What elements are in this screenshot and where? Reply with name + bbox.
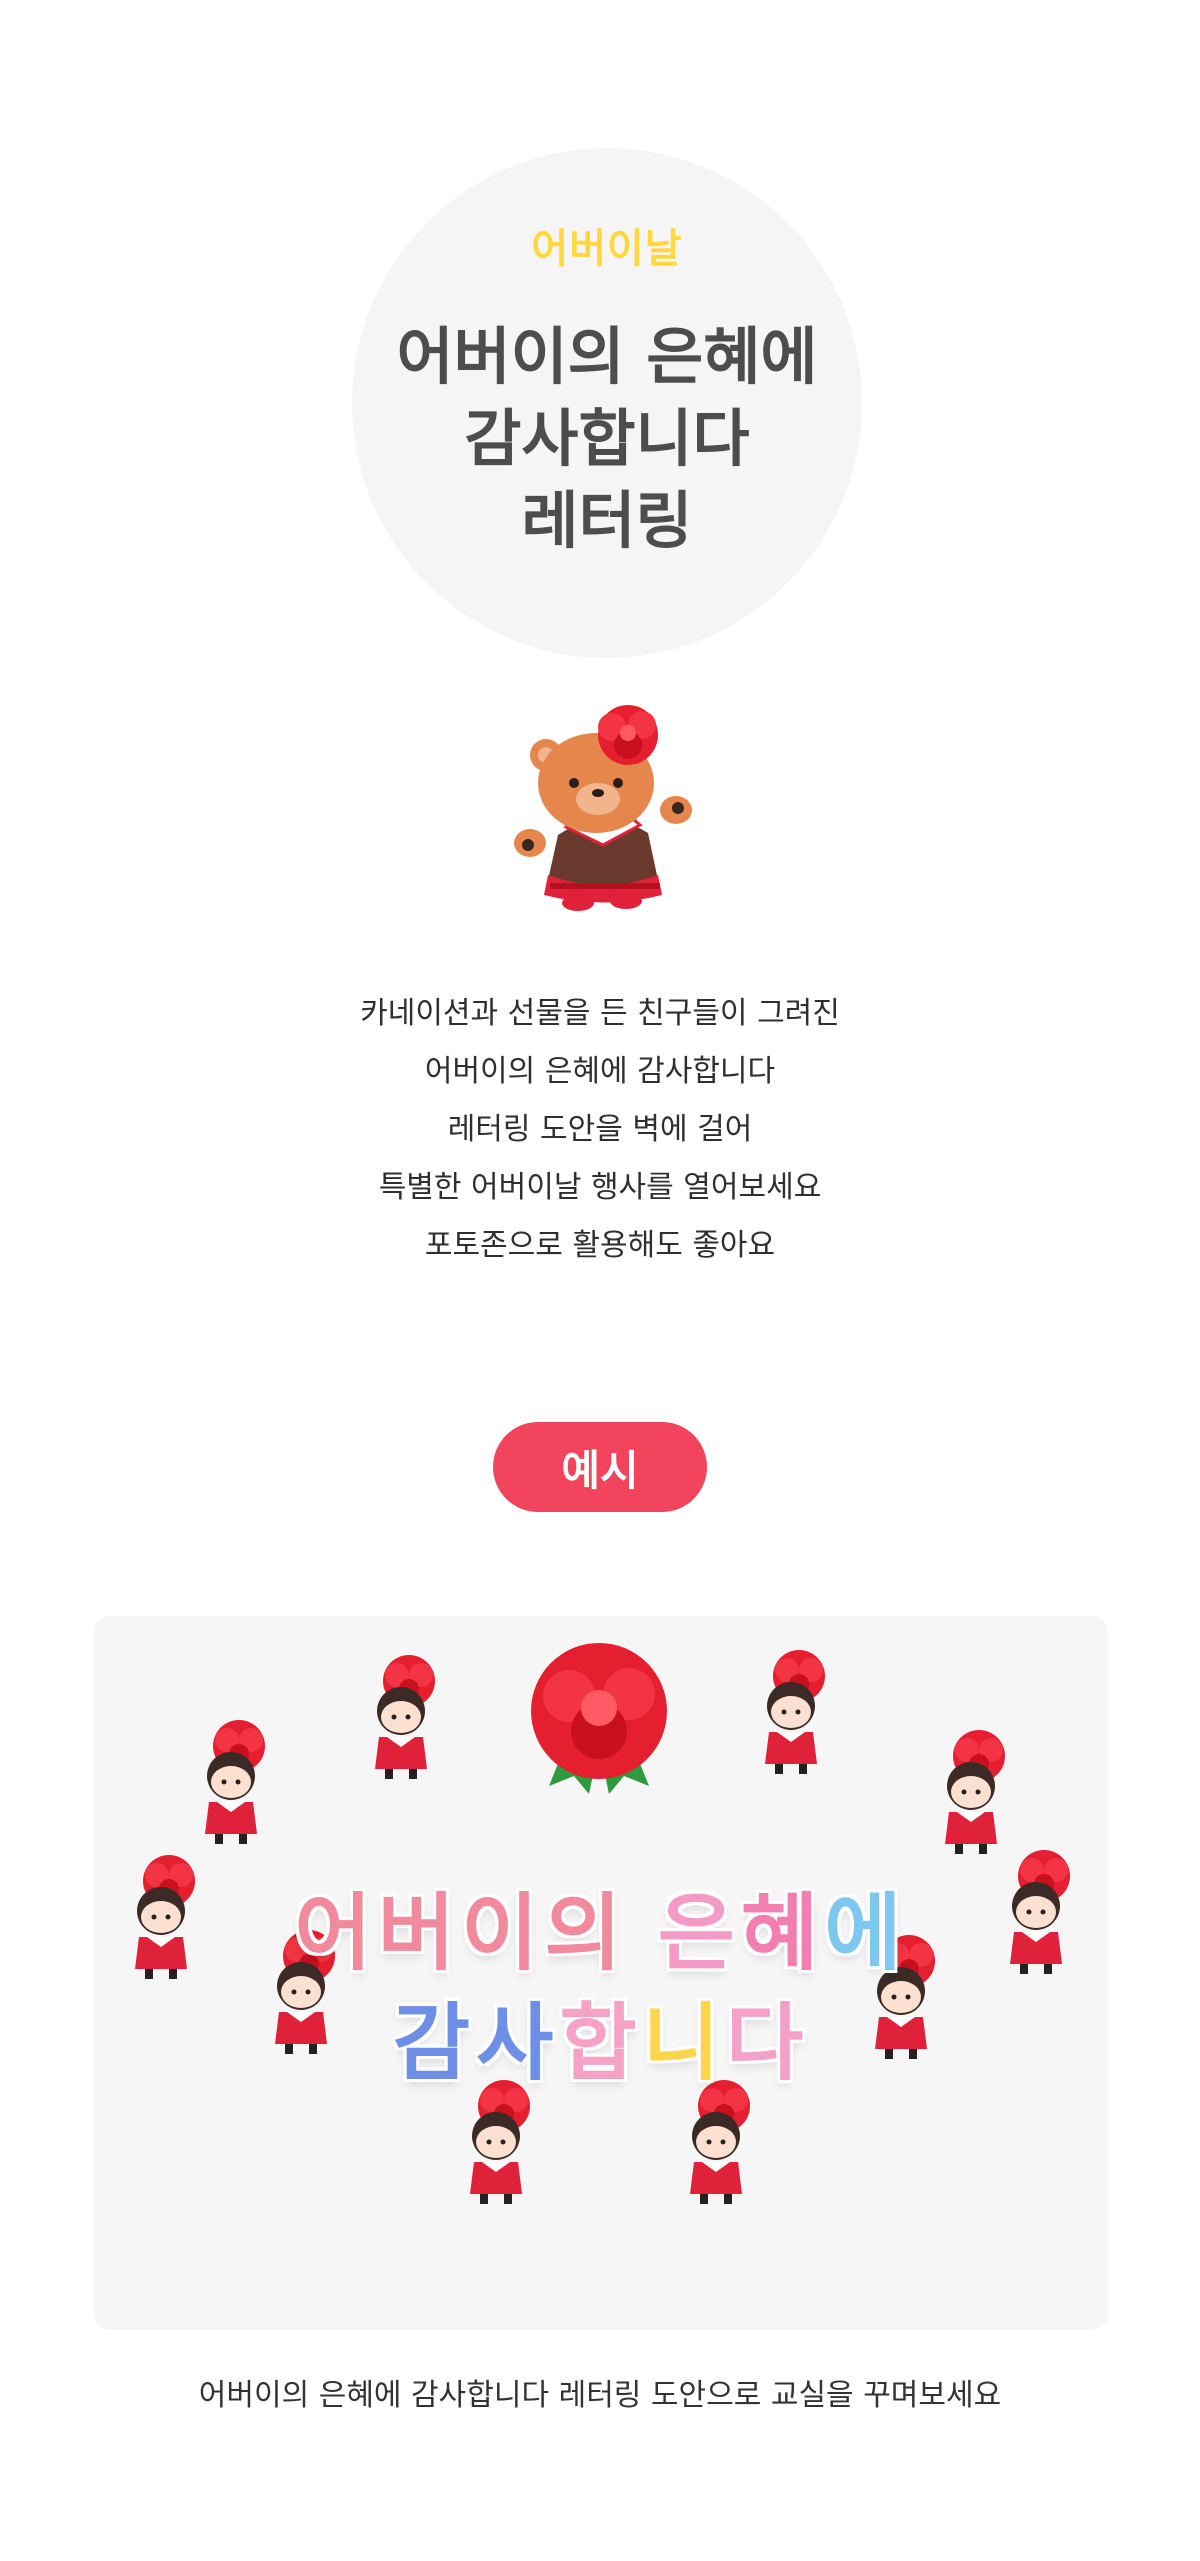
lettering-char: 은 bbox=[657, 1884, 741, 1982]
child-with-carnation-icon bbox=[945, 1730, 1005, 1854]
example-badge: 예시 bbox=[493, 1422, 707, 1512]
hero-title-line-2: 감사합니다 bbox=[464, 402, 750, 475]
child-with-carnation-icon bbox=[205, 1720, 265, 1844]
child-with-carnation-icon bbox=[470, 2080, 530, 2204]
description-line-4: 특별한 어버이날 행사를 열어보세요 bbox=[378, 1170, 822, 1205]
lettering-char: 의 bbox=[544, 1884, 628, 1982]
hero-title-line-1: 어버이의 은혜에 bbox=[396, 320, 818, 393]
lettering-char: 감 bbox=[392, 1994, 477, 2092]
hero-circle: 어버이날 어버이의 은혜에 감사합니다 레터링 bbox=[352, 148, 862, 658]
description-line-5: 포토존으로 활용해도 좋아요 bbox=[424, 1228, 776, 1263]
lettering-line-1: 어버이의 은혜에 bbox=[94, 1866, 1108, 1987]
lettering-char: 에 bbox=[824, 1884, 908, 1982]
lettering-char: 다 bbox=[725, 1994, 810, 2092]
example-caption: 어버이의 은혜에 감사합니다 레터링 도안으로 교실을 꾸며보세요 bbox=[198, 2378, 1002, 2413]
child-with-carnation-icon bbox=[375, 1655, 435, 1779]
description: 카네이션과 선물을 든 친구들이 그려진 어버이의 은혜에 감사합니다 레터링 … bbox=[0, 985, 1200, 1275]
lettering-line-2: 감사합니다 bbox=[94, 1976, 1108, 2097]
hero-title: 어버이의 은혜에 감사합니다 레터링 bbox=[397, 316, 818, 562]
hero-title-line-3: 레터링 bbox=[521, 484, 693, 557]
lettering-char: 버 bbox=[377, 1884, 462, 1982]
example-image: 어버이의 은혜에 감사합니다 bbox=[94, 1616, 1108, 2330]
lettering-char: 이 bbox=[461, 1884, 545, 1982]
child-with-carnation-icon bbox=[690, 2080, 750, 2204]
hero-subtitle: 어버이날 bbox=[531, 226, 683, 272]
child-with-carnation-icon bbox=[765, 1650, 825, 1774]
carnation-medal-icon bbox=[531, 1643, 667, 1794]
description-line-1: 카네이션과 선물을 든 친구들이 그려진 bbox=[360, 996, 840, 1031]
lettering-char: 사 bbox=[476, 1994, 560, 2092]
lettering-char: 합 bbox=[559, 1994, 643, 2092]
lettering-char: 혜 bbox=[740, 1884, 825, 1982]
description-line-2: 어버이의 은혜에 감사합니다 bbox=[424, 1054, 776, 1089]
lettering-char: 니 bbox=[642, 1994, 726, 2092]
lettering-char: 어 bbox=[294, 1884, 378, 1982]
description-line-3: 레터링 도안을 벽에 걸어 bbox=[447, 1112, 753, 1147]
bear-with-carnation-icon bbox=[514, 705, 692, 911]
